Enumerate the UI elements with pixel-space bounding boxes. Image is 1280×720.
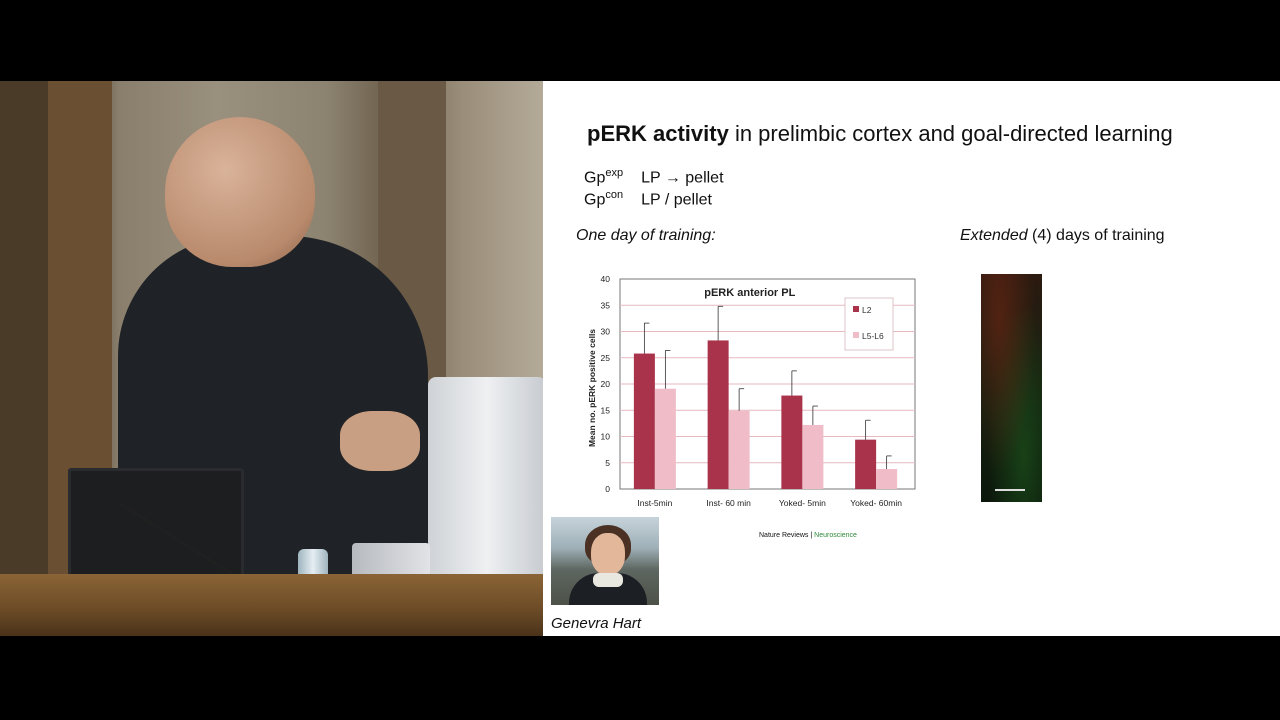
bar — [802, 424, 824, 489]
y-tick-label: 25 — [601, 353, 611, 363]
group-text: LP / pellet — [641, 191, 712, 209]
photo-scarf — [593, 573, 623, 587]
y-tick-label: 30 — [601, 327, 611, 337]
group-sup: exp — [605, 167, 624, 179]
y-tick-label: 35 — [601, 300, 611, 310]
x-tick-label: Yoked- 60min — [850, 498, 902, 508]
bar — [707, 340, 729, 489]
group-exp-line: Gpexp LP → pellet — [584, 167, 724, 187]
laptop — [428, 377, 543, 603]
group-sup: con — [605, 189, 624, 201]
speaker-video — [0, 81, 543, 636]
journal-credit: Nature Reviews | Neuroscience — [759, 532, 857, 539]
speaker-hand — [340, 411, 420, 471]
presentation-slide: pERK activity in prelimbic cortex and go… — [543, 81, 1280, 636]
bar — [855, 439, 877, 489]
group-con-line: Gpcon LP / pellet — [584, 189, 712, 209]
chart-title: pERK anterior PL — [704, 287, 795, 299]
group-label: Gp — [584, 169, 606, 187]
y-tick-label: 5 — [605, 458, 610, 468]
wood-panel — [0, 81, 48, 636]
legend-swatch — [853, 306, 859, 312]
bar — [654, 388, 676, 489]
scale-bar — [995, 489, 1025, 491]
lectern-desk — [0, 574, 543, 636]
y-tick-label: 0 — [605, 484, 610, 494]
slide-title-bold: pERK activity — [587, 121, 729, 146]
y-tick-label: 20 — [601, 379, 611, 389]
person-photo — [551, 517, 659, 605]
y-ticks: 0 5 10 15 20 25 30 35 40 — [601, 274, 611, 494]
letterbox-top — [0, 0, 1280, 81]
bar — [876, 469, 898, 489]
journal-section: Neuroscience — [814, 532, 857, 539]
journal-name: Nature Reviews — [759, 532, 809, 539]
legend-label: L5-L6 — [862, 331, 884, 341]
subtitle-extended: Extended (4) days of training — [960, 227, 1165, 245]
photo-face — [591, 533, 625, 575]
group-text: LP → pellet — [641, 169, 724, 187]
x-tick-label: Yoked- 5min — [779, 498, 826, 508]
y-tick-label: 15 — [601, 405, 611, 415]
legend-label: L2 — [862, 305, 872, 315]
subtitle-extended-italic: Extended — [960, 227, 1028, 244]
bar — [728, 410, 750, 489]
bar — [781, 395, 803, 489]
bar — [633, 353, 655, 489]
slide-title-rest: in prelimbic cortex and goal-directed le… — [728, 121, 1173, 146]
y-axis-label: Mean no. pERK positive cells — [587, 329, 597, 447]
microscopy-fluorescence — [981, 274, 1042, 502]
x-tick-label: Inst-5min — [637, 498, 672, 508]
photo-caption: Genevra Hart — [551, 615, 642, 632]
x-tick-label: Inst- 60 min — [706, 498, 751, 508]
x-ticks: Inst-5min Inst- 60 min Yoked- 5min Yoked- 6… — [637, 498, 902, 508]
subtitle-extended-rest: (4) days of training — [1027, 227, 1165, 244]
speaker-head — [165, 117, 315, 267]
letterbox-bottom — [0, 636, 1280, 720]
group-label: Gp — [584, 191, 606, 209]
legend: L2 L5-L6 — [844, 297, 894, 351]
microscopy-image — [981, 274, 1042, 502]
legend-swatch — [853, 332, 859, 338]
y-tick-label: 40 — [601, 274, 611, 284]
y-tick-label: 10 — [601, 432, 611, 442]
slide-title: pERK activity in prelimbic cortex and go… — [587, 121, 1173, 147]
perk-bar-chart: 0 5 10 15 20 25 30 35 40 Inst-5min Inst- 60 min Yo… — [587, 274, 916, 508]
subtitle-one-day: One day of training: — [576, 227, 716, 244]
